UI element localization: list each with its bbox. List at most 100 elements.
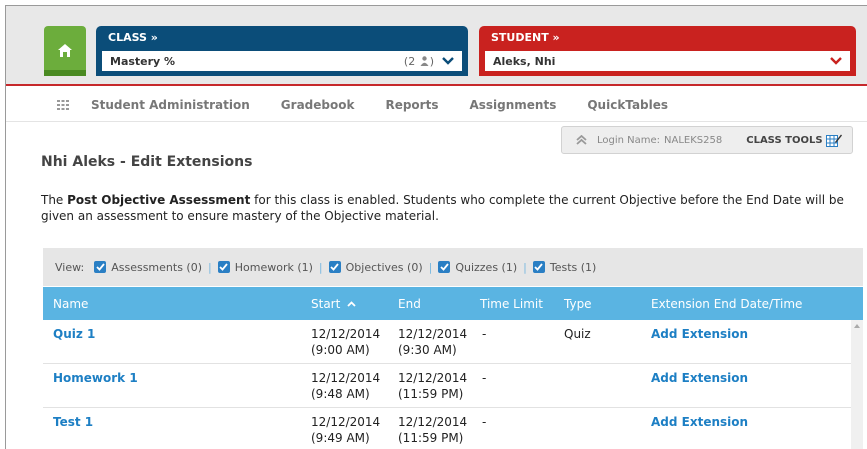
end-date: 12/12/2014 <box>398 415 468 429</box>
time-limit-cell: - <box>482 415 487 429</box>
end-date: 12/12/2014 <box>398 371 468 385</box>
separator: | <box>318 260 323 274</box>
page-title: Nhi Aleks - Edit Extensions <box>41 154 253 170</box>
filter-homework[interactable]: Homework (1) <box>217 260 313 274</box>
class-tools-label: CLASS TOOLS <box>746 134 823 146</box>
filter-tests[interactable]: Tests (1) <box>532 260 597 274</box>
time-limit-cell: - <box>482 371 487 385</box>
grid-menu-icon[interactable] <box>57 99 69 110</box>
class-select-value: Mastery % <box>110 54 176 68</box>
class-title: CLASS » <box>108 31 158 44</box>
filter-assessments[interactable]: Assessments (0) <box>94 261 202 274</box>
end-date: 12/12/2014 <box>398 327 468 341</box>
sort-ascending-icon <box>347 301 356 307</box>
class-count-text: (2 <box>403 54 416 68</box>
checkbox-checked-icon[interactable] <box>94 261 107 273</box>
chevron-down-icon[interactable] <box>830 57 842 65</box>
type-cell: Quiz <box>564 327 591 341</box>
student-select[interactable]: Aleks, Nhi <box>485 51 850 71</box>
class-select[interactable]: Mastery % (2 ) <box>102 51 462 71</box>
end-cell: 12/12/2014 (11:59 PM) <box>398 370 467 402</box>
vertical-scrollbar[interactable] <box>851 320 863 449</box>
table-row: Homework 1 12/12/2014 (9:48 AM) 12/12/201… <box>43 364 851 408</box>
view-filter-bar: View: Assessments (0) | Homework (1) | O… <box>43 248 863 286</box>
assignment-name-link[interactable]: Homework 1 <box>53 370 138 386</box>
class-student-count: (2 ) <box>403 54 434 68</box>
main-nav: Student Administration Gradebook Reports… <box>6 88 867 122</box>
column-type[interactable]: Type <box>564 297 592 311</box>
start-date: 12/12/2014 <box>311 327 381 341</box>
column-time-limit[interactable]: Time Limit <box>480 297 543 311</box>
start-cell: 12/12/2014 (9:49 AM) <box>311 414 380 446</box>
start-time: (9:48 AM) <box>311 387 370 401</box>
scroll-up-arrow-icon[interactable] <box>854 324 860 328</box>
start-cell: 12/12/2014 (9:00 AM) <box>311 326 380 358</box>
view-label: View: <box>55 260 85 274</box>
start-date: 12/12/2014 <box>311 415 381 429</box>
add-extension-link[interactable]: Add Extension <box>651 326 748 342</box>
assignment-name-link[interactable]: Quiz 1 <box>53 326 95 342</box>
end-time: (9:30 AM) <box>398 343 457 357</box>
login-bar: Login Name: NALEKS258 CLASS TOOLS <box>561 126 853 154</box>
chevron-down-icon[interactable] <box>442 57 454 65</box>
start-time: (9:00 AM) <box>311 343 370 357</box>
table-row: Quiz 1 12/12/2014 (9:00 AM) 12/12/2014 (9:… <box>43 320 851 364</box>
class-tools-button[interactable]: CLASS TOOLS <box>746 133 842 147</box>
filter-assessments-label: Assessments (0) <box>111 260 203 274</box>
checkbox-checked-icon[interactable] <box>438 261 451 273</box>
assignment-name-link[interactable]: Test 1 <box>53 414 93 430</box>
time-limit-cell: - <box>482 327 487 341</box>
nav-assignments[interactable]: Assignments <box>469 98 556 112</box>
filter-objectives-label: Objectives (0) <box>345 260 423 274</box>
add-extension-link[interactable]: Add Extension <box>651 370 748 386</box>
table-row: Test 1 12/12/2014 (9:49 AM) 12/12/2014 (11… <box>43 408 851 449</box>
student-panel: STUDENT » Aleks, Nhi <box>479 26 856 76</box>
column-start-label: Start <box>311 297 341 311</box>
end-time: (11:59 PM) <box>398 431 464 445</box>
separator: | <box>523 260 527 274</box>
start-cell: 12/12/2014 (9:48 AM) <box>311 370 380 402</box>
notice-pre: The <box>41 193 68 207</box>
filter-objectives[interactable]: Objectives (0) <box>328 260 423 274</box>
end-time: (11:59 PM) <box>398 387 464 401</box>
main-content: Login Name: NALEKS258 CLASS TOOLS Nhi Al… <box>6 123 867 449</box>
login-name-value: NALEKS258 <box>664 134 723 146</box>
filter-tests-label: Tests (1) <box>549 260 597 274</box>
checkbox-checked-icon[interactable] <box>328 261 341 273</box>
add-extension-link[interactable]: Add Extension <box>651 414 748 430</box>
home-icon <box>58 44 72 57</box>
person-icon <box>420 55 429 66</box>
home-button[interactable] <box>44 26 86 76</box>
column-end[interactable]: End <box>398 297 421 311</box>
end-cell: 12/12/2014 (9:30 AM) <box>398 326 467 358</box>
end-cell: 12/12/2014 (11:59 PM) <box>398 414 467 446</box>
checkbox-checked-icon[interactable] <box>532 261 545 273</box>
filter-homework-label: Homework (1) <box>234 260 313 274</box>
class-panel: CLASS » Mastery % (2 ) <box>96 26 468 76</box>
start-time: (9:49 AM) <box>311 431 370 445</box>
separator: | <box>208 260 212 274</box>
nav-gradebook[interactable]: Gradebook <box>281 98 355 112</box>
column-start[interactable]: Start <box>311 297 356 311</box>
nav-reports[interactable]: Reports <box>385 98 438 112</box>
double-chevron-up-icon[interactable] <box>576 135 587 145</box>
app-window: CLASS » Mastery % (2 ) STUDENT » Aleks, … <box>5 5 867 449</box>
login-name-label: Login Name: <box>597 134 661 146</box>
start-date: 12/12/2014 <box>311 371 381 385</box>
filter-quizzes-label: Quizzes (1) <box>455 260 518 274</box>
checkbox-checked-icon[interactable] <box>217 261 230 273</box>
student-select-value: Aleks, Nhi <box>493 54 556 68</box>
column-name[interactable]: Name <box>53 297 88 311</box>
filter-quizzes[interactable]: Quizzes (1) <box>438 261 517 274</box>
student-title: STUDENT » <box>491 31 560 44</box>
nav-student-administration[interactable]: Student Administration <box>91 98 250 112</box>
edit-grid-icon <box>825 134 842 147</box>
header: CLASS » Mastery % (2 ) STUDENT » Aleks, … <box>6 6 867 86</box>
table-header: Name Start End Time Limit Type Extension… <box>43 287 863 320</box>
separator: | <box>428 260 433 274</box>
notice-bold: Post Objective Assessment <box>67 193 251 207</box>
column-extension[interactable]: Extension End Date/Time <box>651 297 802 311</box>
assignments-table-body: Quiz 1 12/12/2014 (9:00 AM) 12/12/2014 (9:… <box>43 320 863 449</box>
nav-quicktables[interactable]: QuickTables <box>587 98 668 112</box>
assessment-notice: The Post Objective Assessment for this c… <box>41 192 851 224</box>
